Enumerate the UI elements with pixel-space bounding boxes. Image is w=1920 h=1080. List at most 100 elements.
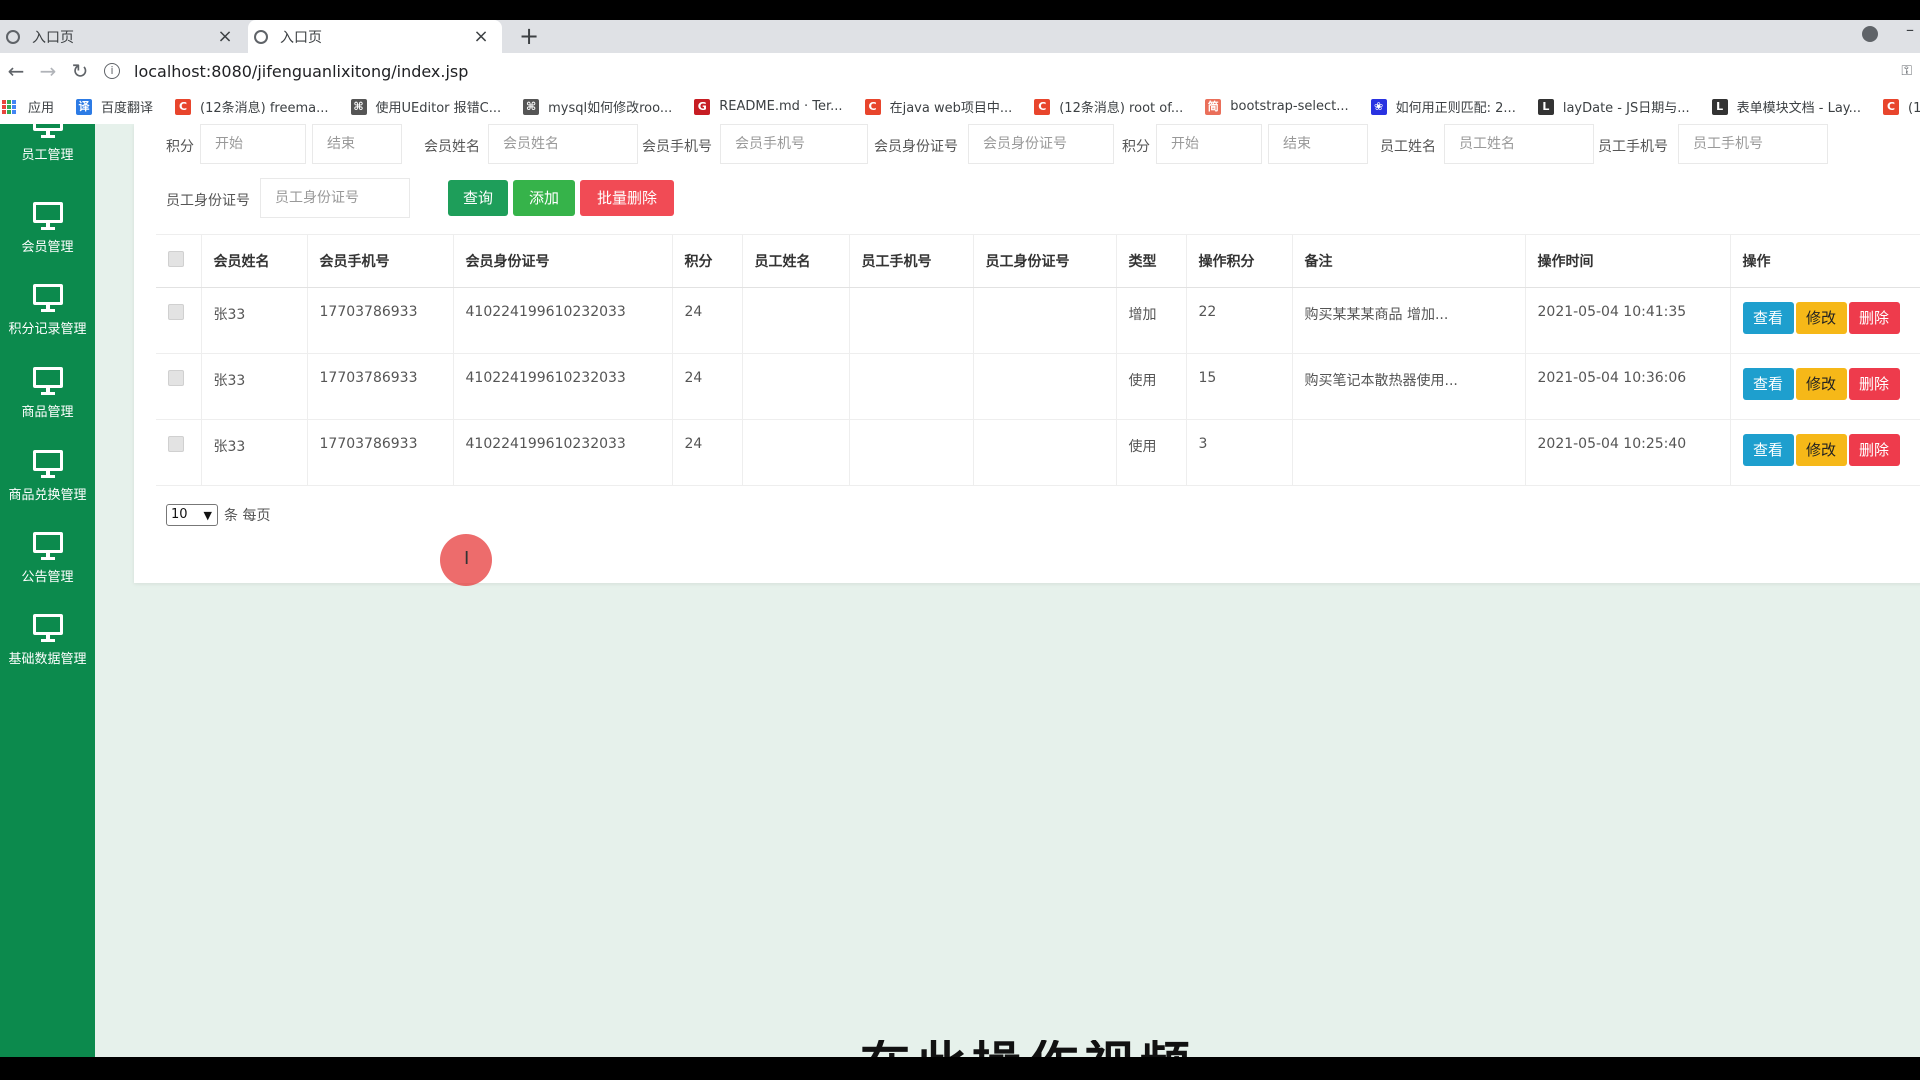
sidebar-item[interactable]: 商品兑换管理 xyxy=(0,450,95,520)
view-button[interactable]: 查看 xyxy=(1742,302,1794,334)
select-all-checkbox[interactable] xyxy=(168,251,184,267)
cell-phone: 17703786933 xyxy=(307,353,454,420)
info-icon[interactable]: i xyxy=(104,63,120,79)
baidu-translate-icon: 译 xyxy=(76,98,93,115)
employee-phone-input[interactable]: 员工手机号 xyxy=(1678,124,1828,164)
points-start-input-2[interactable]: 开始 xyxy=(1156,124,1262,164)
filter-label-employee-name: 员工姓名 xyxy=(1380,139,1436,155)
table-header-row: 会员姓名 会员手机号 会员身份证号 积分 员工姓名 员工手机号 员工身份证号 类… xyxy=(156,234,1920,288)
reload-icon[interactable]: ↻ xyxy=(64,59,96,83)
row-checkbox[interactable] xyxy=(168,370,184,386)
add-button[interactable]: 添加 xyxy=(513,180,575,216)
profile-icon[interactable] xyxy=(1862,26,1878,42)
cell-emp-idcard xyxy=(973,419,1117,486)
cell-phone: 17703786933 xyxy=(307,419,454,486)
cell-name: 张33 xyxy=(201,419,308,486)
sidebar-item[interactable]: 会员管理 xyxy=(0,202,95,272)
minimize-icon[interactable]: – xyxy=(1906,20,1920,40)
bookmark-item[interactable]: 应用 xyxy=(0,97,54,116)
sidebar-item[interactable]: 基础数据管理 xyxy=(0,614,95,684)
page-size-suffix: 条 每页 xyxy=(224,508,271,524)
view-button[interactable]: 查看 xyxy=(1742,368,1794,400)
filter-label-points-2: 积分 xyxy=(1122,139,1150,155)
column-header: 员工姓名 xyxy=(742,234,850,288)
sidebar-item[interactable]: 积分记录管理 xyxy=(0,284,95,354)
cell-idcard: 410224199610232033 xyxy=(453,353,673,420)
points-end-input[interactable]: 结束 xyxy=(312,124,402,164)
new-tab-button[interactable]: + xyxy=(516,20,542,53)
bookmark-item[interactable]: L 表单模块文档 - Lay... xyxy=(1711,97,1861,116)
browser-tab-1[interactable]: 入口页 × xyxy=(0,20,246,53)
bookmark-label: README.md · Ter... xyxy=(719,99,843,114)
bookmark-item[interactable]: 简 bootstrap-select... xyxy=(1205,98,1349,115)
view-button[interactable]: 查看 xyxy=(1742,434,1794,466)
sidebar-item-label: 员工管理 xyxy=(21,148,74,163)
member-phone-input[interactable]: 会员手机号 xyxy=(720,124,868,164)
tab-title: 入口页 xyxy=(32,29,74,46)
sidebar-item[interactable]: 员工管理 xyxy=(0,124,95,180)
bookmark-item[interactable]: LlayDate - JS日期与... xyxy=(1537,97,1690,116)
cell-op-points: 22 xyxy=(1186,287,1293,354)
page-content: 员工管理会员管理积分记录管理 商品管理商品兑换管理公告管理基础数据管理 积分 开始… xyxy=(0,124,1920,1057)
sidebar-item-label: 商品兑换管理 xyxy=(8,488,87,503)
apps-grid-icon xyxy=(2,99,16,114)
csdn-icon: C xyxy=(1883,98,1900,115)
cell-emp-phone xyxy=(849,287,974,354)
cell-points: 24 xyxy=(672,353,743,420)
back-arrow-icon[interactable]: ← xyxy=(0,59,32,83)
bookmark-item[interactable]: 译百度翻译 xyxy=(76,97,153,116)
bookmark-label: (12条消息) 关于lay... xyxy=(1908,101,1920,116)
url-text[interactable]: localhost:8080/jifenguanlixitong/index.j… xyxy=(134,62,468,81)
cell-emp-name xyxy=(742,353,850,420)
filter-label-member-phone: 会员手机号 xyxy=(642,139,712,155)
cell-name: 张33 xyxy=(201,353,308,420)
cell-points: 24 xyxy=(672,419,743,486)
delete-button[interactable]: 删除 xyxy=(1848,302,1900,334)
batch-delete-button[interactable]: 批量删除 xyxy=(580,180,674,216)
row-checkbox[interactable] xyxy=(168,304,184,320)
forward-arrow-icon[interactable]: → xyxy=(32,59,64,83)
employee-name-input[interactable]: 员工姓名 xyxy=(1444,124,1594,164)
pagination: 10 ▼ 条 每页 xyxy=(166,504,270,526)
bookmark-item[interactable]: G README.md · Ter... xyxy=(694,98,843,115)
address-bar[interactable]: i localhost:8080/jifenguanlixitong/index… xyxy=(104,57,468,85)
bookmark-item[interactable]: ⌘ 使用UEditor 报错C... xyxy=(350,97,501,116)
row-checkbox[interactable] xyxy=(168,436,184,452)
bookmark-item[interactable]: ❀ 如何用正则匹配: 2... xyxy=(1370,97,1516,116)
column-header: 操作 xyxy=(1730,234,1920,288)
edit-button[interactable]: 修改 xyxy=(1795,302,1847,334)
browser-tab-2[interactable]: 入口页 × xyxy=(248,20,502,53)
edit-button[interactable]: 修改 xyxy=(1795,368,1847,400)
link-icon: ⌘ xyxy=(350,98,367,115)
cell-points: 24 xyxy=(672,287,743,354)
bookmark-item[interactable]: C (12条消息) root of... xyxy=(1034,97,1183,116)
sidebar-item[interactable]: 公告管理 xyxy=(0,532,95,602)
page-size-select[interactable]: 10 ▼ xyxy=(166,504,218,526)
edit-button[interactable]: 修改 xyxy=(1795,434,1847,466)
browser-toolbar: ← → ↻ i localhost:8080/jifenguanlixitong… xyxy=(0,53,1920,89)
bookmark-item[interactable]: ⌘ mysql如何修改roo... xyxy=(523,97,672,116)
close-icon[interactable]: × xyxy=(216,26,234,47)
bookmark-item[interactable]: C (12条消息) 关于lay... xyxy=(1883,97,1920,116)
delete-button[interactable]: 删除 xyxy=(1848,368,1900,400)
member-idcard-input[interactable]: 会员身份证号 xyxy=(968,124,1114,164)
member-name-input[interactable]: 会员姓名 xyxy=(488,124,638,164)
key-icon[interactable]: ⚿ xyxy=(1901,63,1912,79)
query-button[interactable]: 查询 xyxy=(448,180,508,216)
close-icon[interactable]: × xyxy=(472,26,490,47)
sidebar-item-label: 基础数据管理 xyxy=(8,652,87,667)
monitor-icon xyxy=(32,124,63,138)
bookmark-item[interactable]: C (12条消息) freema... xyxy=(175,97,329,116)
column-header: 备注 xyxy=(1292,234,1526,288)
points-end-input-2[interactable]: 结束 xyxy=(1268,124,1368,164)
delete-button[interactable]: 删除 xyxy=(1848,434,1900,466)
sidebar: 员工管理会员管理积分记录管理 商品管理商品兑换管理公告管理基础数据管理 xyxy=(0,124,95,1057)
bookmark-item[interactable]: C 在java web项目中... xyxy=(864,97,1012,116)
sidebar-item[interactable]: 商品管理 xyxy=(0,367,95,437)
monitor-icon xyxy=(32,367,63,395)
filter-label-points: 积分 xyxy=(166,139,194,155)
employee-idcard-input[interactable]: 员工身份证号 xyxy=(260,178,410,218)
points-start-input[interactable]: 开始 xyxy=(200,124,306,164)
bookmark-label: mysql如何修改roo... xyxy=(548,101,673,116)
layui-icon: L xyxy=(1537,98,1554,115)
